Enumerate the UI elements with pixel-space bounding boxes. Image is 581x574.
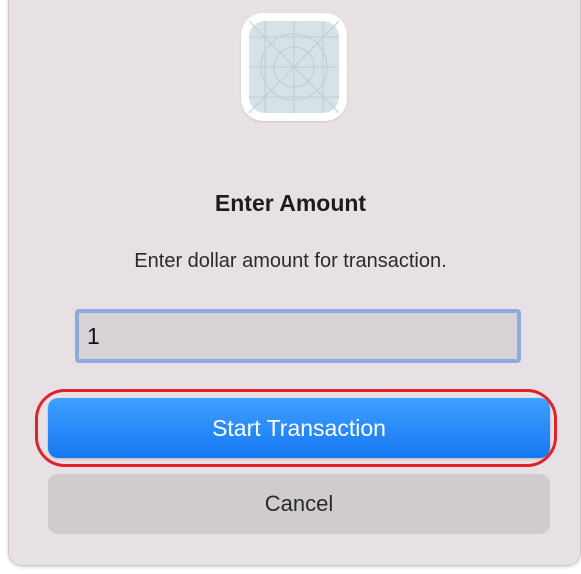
cancel-button[interactable]: Cancel	[48, 474, 550, 534]
app-icon-placeholder-grid	[249, 21, 339, 113]
dialog-title: Enter Amount	[214, 190, 367, 216]
app-icon	[241, 13, 347, 121]
amount-input[interactable]	[75, 309, 521, 363]
dialog-message: Enter dollar amount for transaction.	[134, 250, 447, 272]
start-transaction-button[interactable]: Start Transaction	[48, 398, 550, 458]
